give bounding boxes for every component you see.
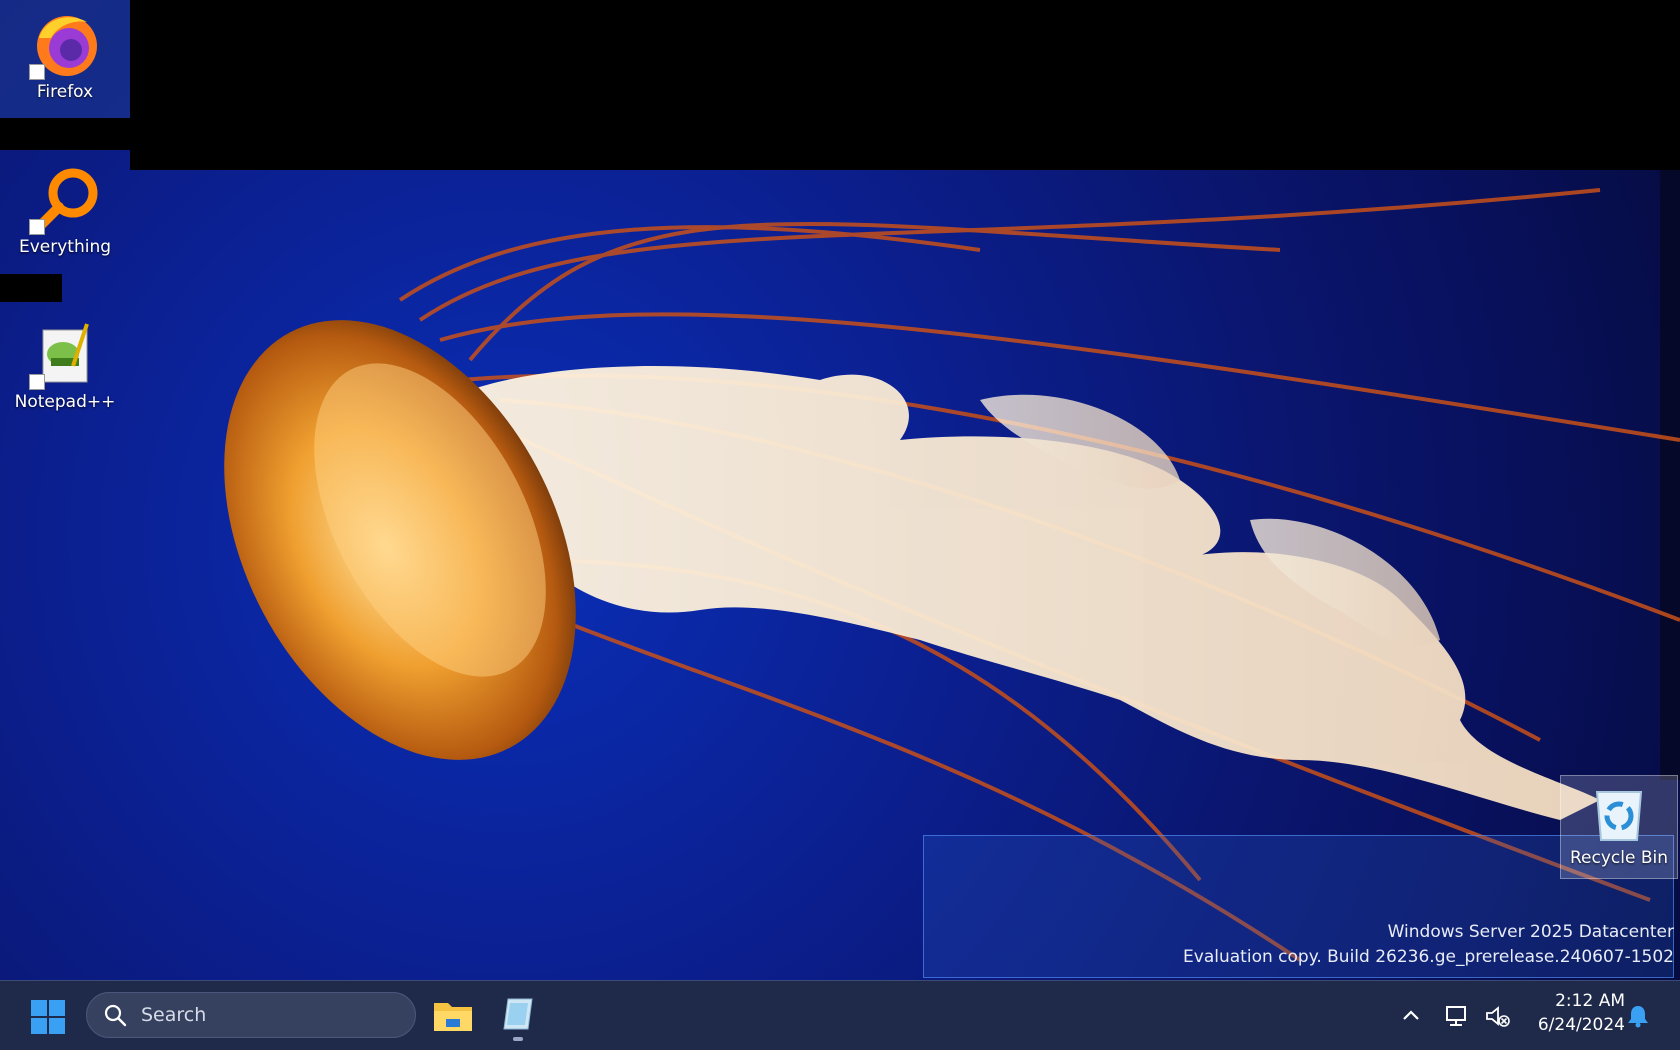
shortcut-arrow-icon xyxy=(29,374,45,390)
start-button[interactable] xyxy=(30,999,66,1035)
show-hidden-icons-button[interactable] xyxy=(1398,1003,1424,1029)
volume-muted-icon xyxy=(1486,1006,1510,1027)
desktop-icon-everything[interactable]: Everything xyxy=(0,155,130,273)
recycle-bin-icon xyxy=(1589,782,1649,844)
network-icon xyxy=(1446,1006,1466,1026)
chevron-up-icon xyxy=(1403,1010,1419,1020)
wallpaper-jellyfish xyxy=(224,188,1680,962)
notifications-button[interactable] xyxy=(1625,1003,1651,1029)
search-icon xyxy=(104,1004,127,1027)
desktop-icon-firefox[interactable]: Firefox xyxy=(0,0,130,118)
everything-search-icon xyxy=(29,163,101,235)
volume-button[interactable] xyxy=(1484,1003,1510,1029)
network-status-button[interactable] xyxy=(1444,1003,1470,1029)
shortcut-arrow-icon xyxy=(29,64,45,80)
bell-icon xyxy=(1628,1006,1648,1028)
taskbar-pinned-app[interactable] xyxy=(498,995,540,1035)
desktop-icon-label: Notepad++ xyxy=(14,392,116,412)
watermark-line1: Windows Server 2025 Datacenter xyxy=(1387,922,1674,942)
clock-time: 2:12 AM xyxy=(1555,991,1625,1011)
shortcut-arrow-icon xyxy=(29,219,45,235)
windows-start-icon xyxy=(31,1000,65,1034)
desktop[interactable]: Firefox Everything Notepad++ Recycle Bin… xyxy=(0,0,1680,980)
recycle-bin-label: Recycle Bin xyxy=(1569,848,1668,868)
app-tile-icon xyxy=(503,998,533,1030)
taskbar: Search 2:12 AM 6/24/2024 xyxy=(0,980,1680,1050)
running-indicator xyxy=(513,1037,523,1041)
desktop-icon-notepadpp[interactable]: Notepad++ xyxy=(0,310,130,428)
desktop-icon-label: Everything xyxy=(18,237,112,257)
edition-watermark: Windows Server 2025 Datacenter Evaluatio… xyxy=(1183,920,1674,970)
firefox-icon xyxy=(29,8,101,80)
watermark-line2: Evaluation copy. Build 26236.ge_prerelea… xyxy=(1183,947,1674,967)
folder-icon xyxy=(434,1003,472,1031)
desktop-icon-recycle-bin[interactable]: Recycle Bin xyxy=(1560,775,1678,879)
notepadpp-icon xyxy=(29,318,101,390)
taskbar-search-box[interactable]: Search xyxy=(86,992,416,1038)
clock-date: 6/24/2024 xyxy=(1537,1015,1625,1035)
search-label: Search xyxy=(141,1004,207,1026)
taskbar-file-explorer[interactable] xyxy=(432,995,474,1035)
desktop-icon-label: Firefox xyxy=(36,82,94,102)
taskbar-clock[interactable]: 2:12 AM 6/24/2024 xyxy=(1525,989,1625,1037)
